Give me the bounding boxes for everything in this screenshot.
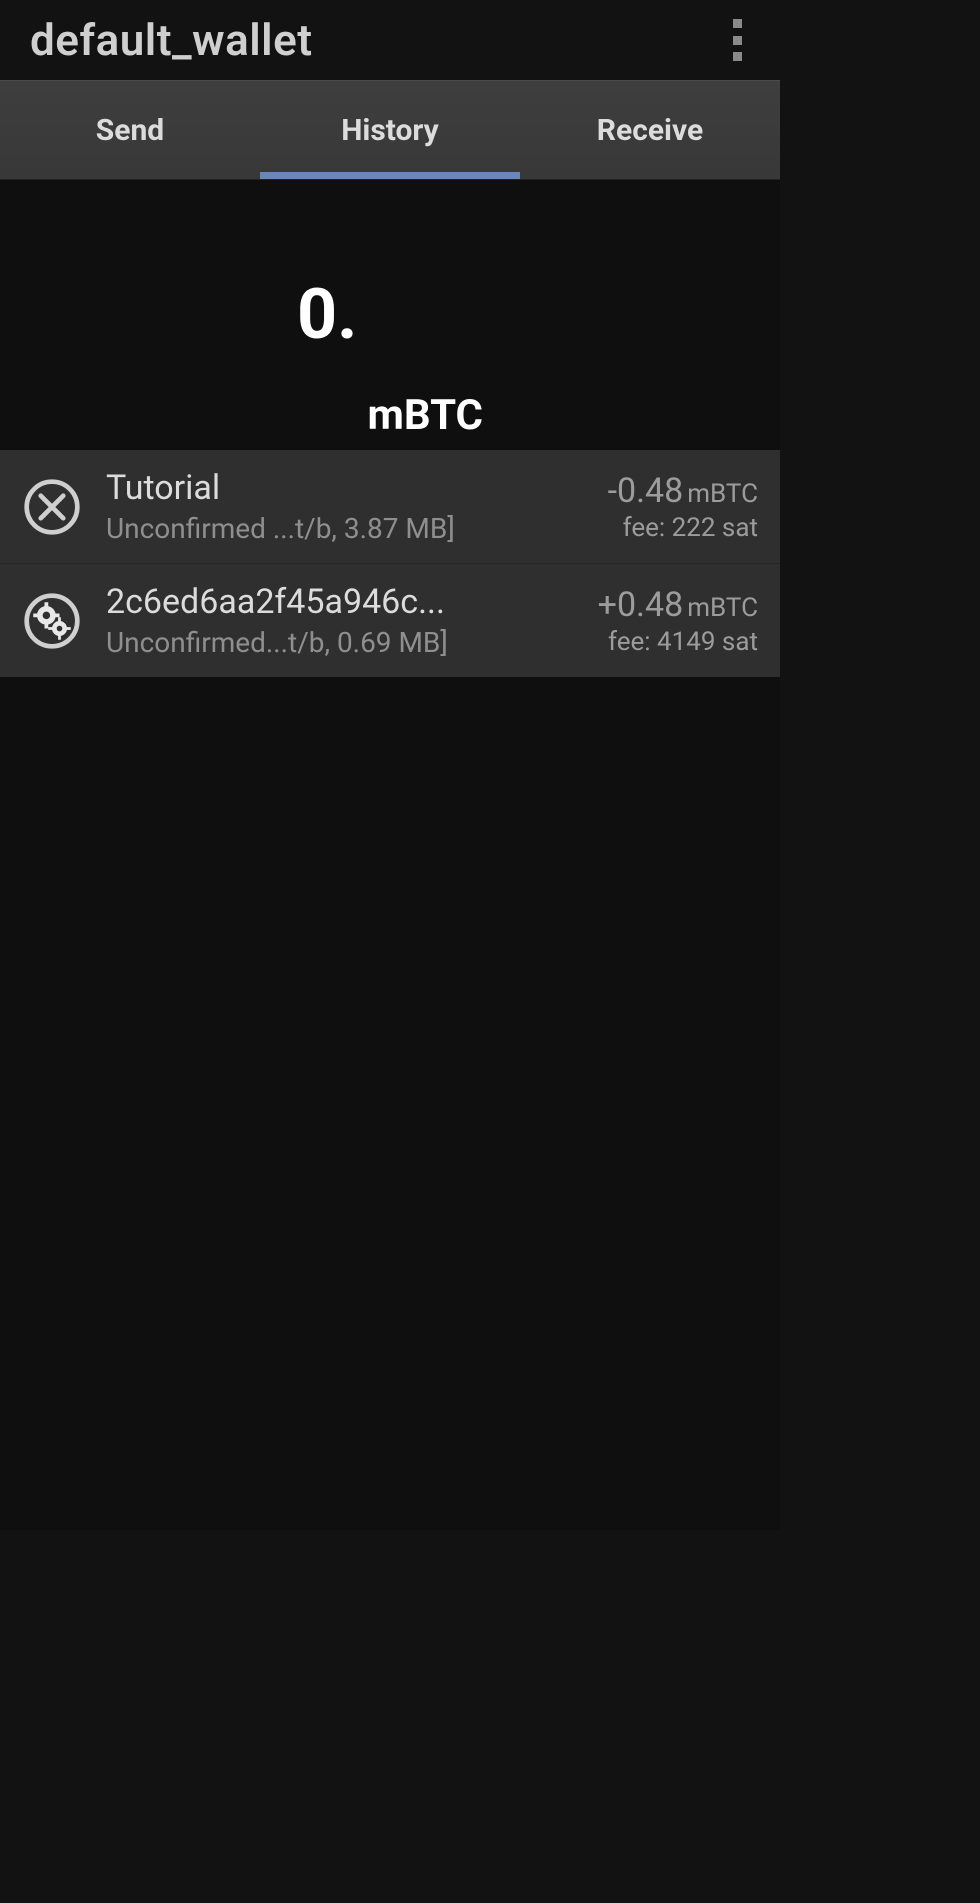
tab-send[interactable]: Send xyxy=(0,81,260,179)
below-phone-area xyxy=(0,1530,980,1903)
balance-unit: mBTC xyxy=(367,391,483,450)
transaction-amount: +0.48mBTC xyxy=(598,585,758,625)
transaction-fee: fee: 222 sat xyxy=(608,513,758,543)
wallet-title: default_wallet xyxy=(30,14,313,66)
transaction-title: 2c6ed6aa2f45a946c... xyxy=(106,582,574,622)
transaction-subtitle: Unconfirmed...t/b, 0.69 MB] xyxy=(106,626,574,659)
title-bar: default_wallet xyxy=(0,0,780,80)
transaction-title: Tutorial xyxy=(106,468,584,508)
transaction-row[interactable]: Tutorial Unconfirmed ...t/b, 3.87 MB] -0… xyxy=(0,450,780,563)
gears-icon xyxy=(22,591,82,651)
tab-bar: Send History Receive xyxy=(0,80,780,180)
transaction-fee: fee: 4149 sat xyxy=(598,627,758,657)
transaction-subtitle: Unconfirmed ...t/b, 3.87 MB] xyxy=(106,512,584,545)
balance-display: 0. mBTC xyxy=(0,180,780,450)
transaction-row[interactable]: 2c6ed6aa2f45a946c... Unconfirmed...t/b, … xyxy=(0,563,780,677)
balance-value: 0. xyxy=(297,274,357,356)
tab-receive[interactable]: Receive xyxy=(520,81,780,179)
transaction-list: Tutorial Unconfirmed ...t/b, 3.87 MB] -0… xyxy=(0,450,780,677)
overflow-menu-icon[interactable] xyxy=(722,17,752,63)
tab-history[interactable]: History xyxy=(260,81,520,179)
transaction-amount: -0.48mBTC xyxy=(608,471,758,511)
circle-x-icon xyxy=(22,477,82,537)
app-screen: default_wallet Send History Receive 0. m… xyxy=(0,0,780,1530)
